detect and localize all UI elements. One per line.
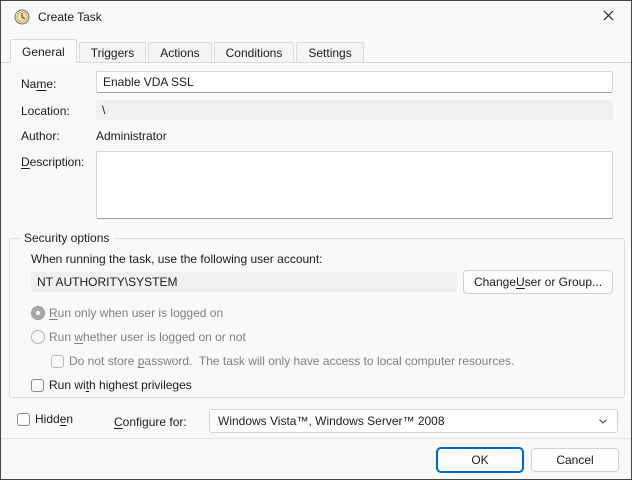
tab-conditions[interactable]: Conditions <box>214 42 295 62</box>
task-scheduler-clock-icon <box>14 9 30 25</box>
cancel-button[interactable]: Cancel <box>531 448 619 472</box>
radio-button-run-whether-logged-on[interactable] <box>31 330 45 344</box>
tab-settings[interactable]: Settings <box>296 42 363 62</box>
location-label: Location: <box>21 104 70 118</box>
change-user-or-group-button[interactable]: Change User or Group... <box>463 270 613 294</box>
create-task-dialog: Create Task General Triggers Actions Con… <box>0 0 632 480</box>
author-value: Administrator <box>96 129 167 143</box>
footer-separator-line <box>1 438 631 439</box>
checkbox-do-not-store-password[interactable] <box>51 355 64 368</box>
user-account-value-field: NT AUTHORITY\SYSTEM <box>31 272 457 292</box>
tab-general[interactable]: General <box>10 39 77 63</box>
security-options-group-label: Security options <box>19 231 114 245</box>
checkbox-row-run-highest-privileges[interactable]: Run with highest privileges <box>31 378 192 392</box>
tab-triggers[interactable]: Triggers <box>79 42 147 62</box>
window-title: Create Task <box>38 10 102 24</box>
configure-for-select[interactable]: Windows Vista™, Windows Server™ 2008 <box>209 409 618 433</box>
configure-for-label: Configure for: <box>114 415 187 429</box>
tab-strip: General Triggers Actions Conditions Sett… <box>10 39 366 63</box>
checkbox-row-do-not-store-password[interactable]: Do not store password. The task will onl… <box>51 354 514 368</box>
radio-label-run-whether-logged-on: Run whether user is logged on or not <box>49 330 246 344</box>
description-label: Description: <box>21 155 84 169</box>
ok-button[interactable]: OK <box>436 447 524 473</box>
checkbox-run-highest-privileges[interactable] <box>31 379 44 392</box>
checkbox-label-do-not-store-password: Do not store password. The task will onl… <box>69 354 514 368</box>
radio-label-run-only-logged-on: Run only when user is logged on <box>49 306 223 320</box>
close-button[interactable] <box>585 1 631 33</box>
checkbox-label-hidden: Hidden <box>35 412 73 426</box>
radio-row-run-whether-logged-on[interactable]: Run whether user is logged on or not <box>31 330 246 344</box>
location-value-field: \ <box>96 100 613 120</box>
tab-actions[interactable]: Actions <box>148 42 211 62</box>
checkbox-hidden[interactable] <box>17 413 30 426</box>
close-icon <box>603 10 614 24</box>
user-account-hint: When running the task, use the following… <box>31 252 323 266</box>
radio-row-run-only-logged-on[interactable]: Run only when user is logged on <box>31 306 223 320</box>
name-label: Name: <box>21 77 56 91</box>
chevron-down-icon <box>597 415 609 427</box>
checkbox-label-run-highest-privileges: Run with highest privileges <box>49 378 192 392</box>
checkbox-row-hidden[interactable]: Hidden <box>17 412 73 426</box>
description-textarea[interactable] <box>96 151 613 219</box>
task-name-input[interactable] <box>96 71 613 93</box>
title-bar[interactable]: Create Task <box>1 1 631 33</box>
radio-button-run-only-logged-on[interactable] <box>31 306 45 320</box>
author-label: Author: <box>21 129 60 143</box>
configure-for-selected-value: Windows Vista™, Windows Server™ 2008 <box>218 414 597 428</box>
